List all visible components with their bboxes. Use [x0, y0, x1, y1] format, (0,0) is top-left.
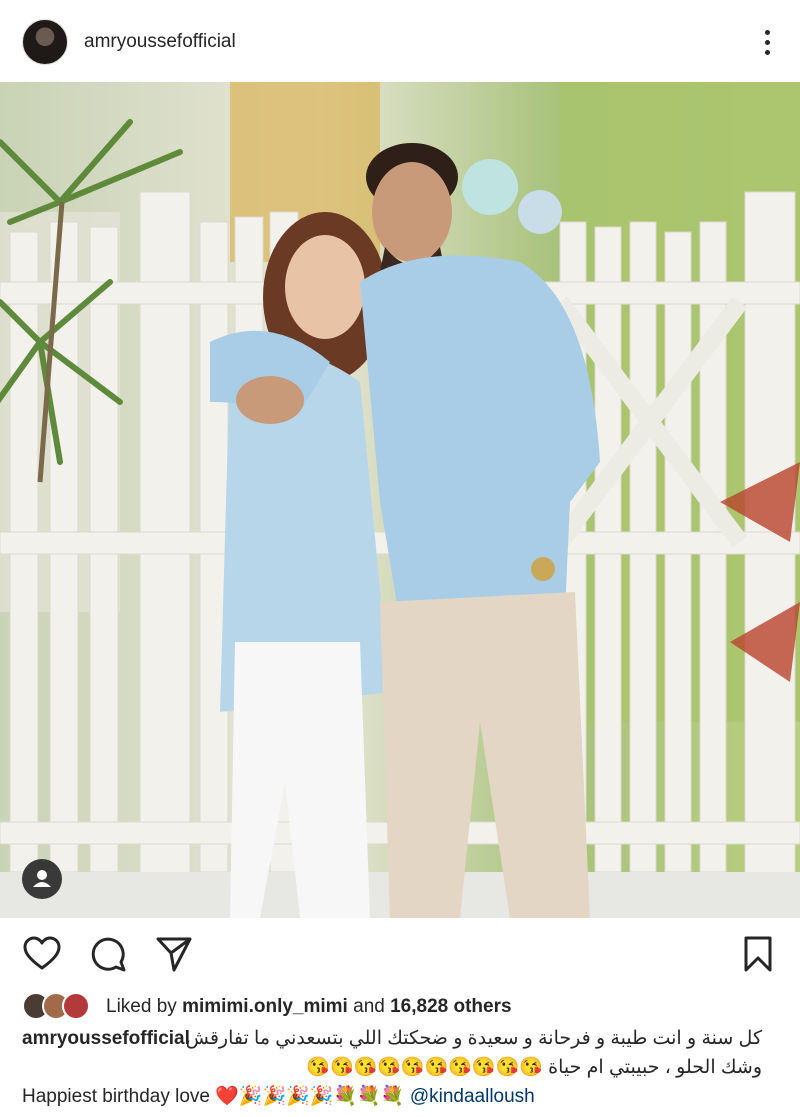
action-bar	[0, 918, 800, 990]
comment-icon[interactable]	[88, 934, 128, 974]
likes-prefix: Liked by	[106, 996, 177, 1017]
likes-count[interactable]: 16,828 others	[390, 996, 511, 1017]
likes-middle: and	[353, 996, 385, 1017]
caption-mention-link[interactable]: @kindaalloush	[410, 1086, 535, 1107]
post-header: amryoussefofficial	[0, 0, 800, 82]
caption-username[interactable]: amryoussefofficial	[22, 1024, 190, 1053]
caption-row-3: Happiest birthday love ❤️🎉🎉🎉🎉💐💐💐 @kindaa…	[22, 1082, 782, 1111]
caption-arabic-line-2: وشك الحلو ، حبيبتي ام حياة 😘😘😘😘😘😘😘😘😘😘	[306, 1057, 762, 1078]
caption-english-line: Happiest birthday love ❤️🎉🎉🎉🎉💐💐💐	[22, 1086, 405, 1107]
more-options-icon[interactable]	[752, 24, 782, 60]
post-username[interactable]: amryoussefofficial	[84, 31, 236, 53]
avatar	[62, 992, 90, 1020]
bookmark-icon[interactable]	[738, 934, 778, 974]
caption-arabic-line-1: كل سنة و انت طيبة و فرحانة و سعيدة و ضحك…	[185, 1028, 762, 1049]
caption-row-1: amryoussefofficial كل سنة و انت طيبة و ف…	[22, 1024, 782, 1053]
likes-summary[interactable]: Liked by mimimi.only_mimi and 16,828 oth…	[106, 996, 512, 1018]
photo-illustration	[0, 82, 800, 918]
likes-row: Liked by mimimi.only_mimi and 16,828 oth…	[22, 992, 782, 1020]
liker-avatars[interactable]	[22, 992, 102, 1020]
post-photo[interactable]	[0, 82, 800, 918]
post-caption: amryoussefofficial كل سنة و انت طيبة و ف…	[22, 1024, 782, 1111]
caption-row-2: وشك الحلو ، حبيبتي ام حياة 😘😘😘😘😘😘😘😘😘😘	[22, 1053, 782, 1082]
send-icon[interactable]	[154, 934, 194, 974]
liker-username[interactable]: mimimi.only_mimi	[182, 996, 348, 1017]
profile-avatar[interactable]	[22, 19, 68, 65]
user-tag-icon[interactable]	[22, 859, 62, 899]
heart-icon[interactable]	[22, 934, 62, 974]
